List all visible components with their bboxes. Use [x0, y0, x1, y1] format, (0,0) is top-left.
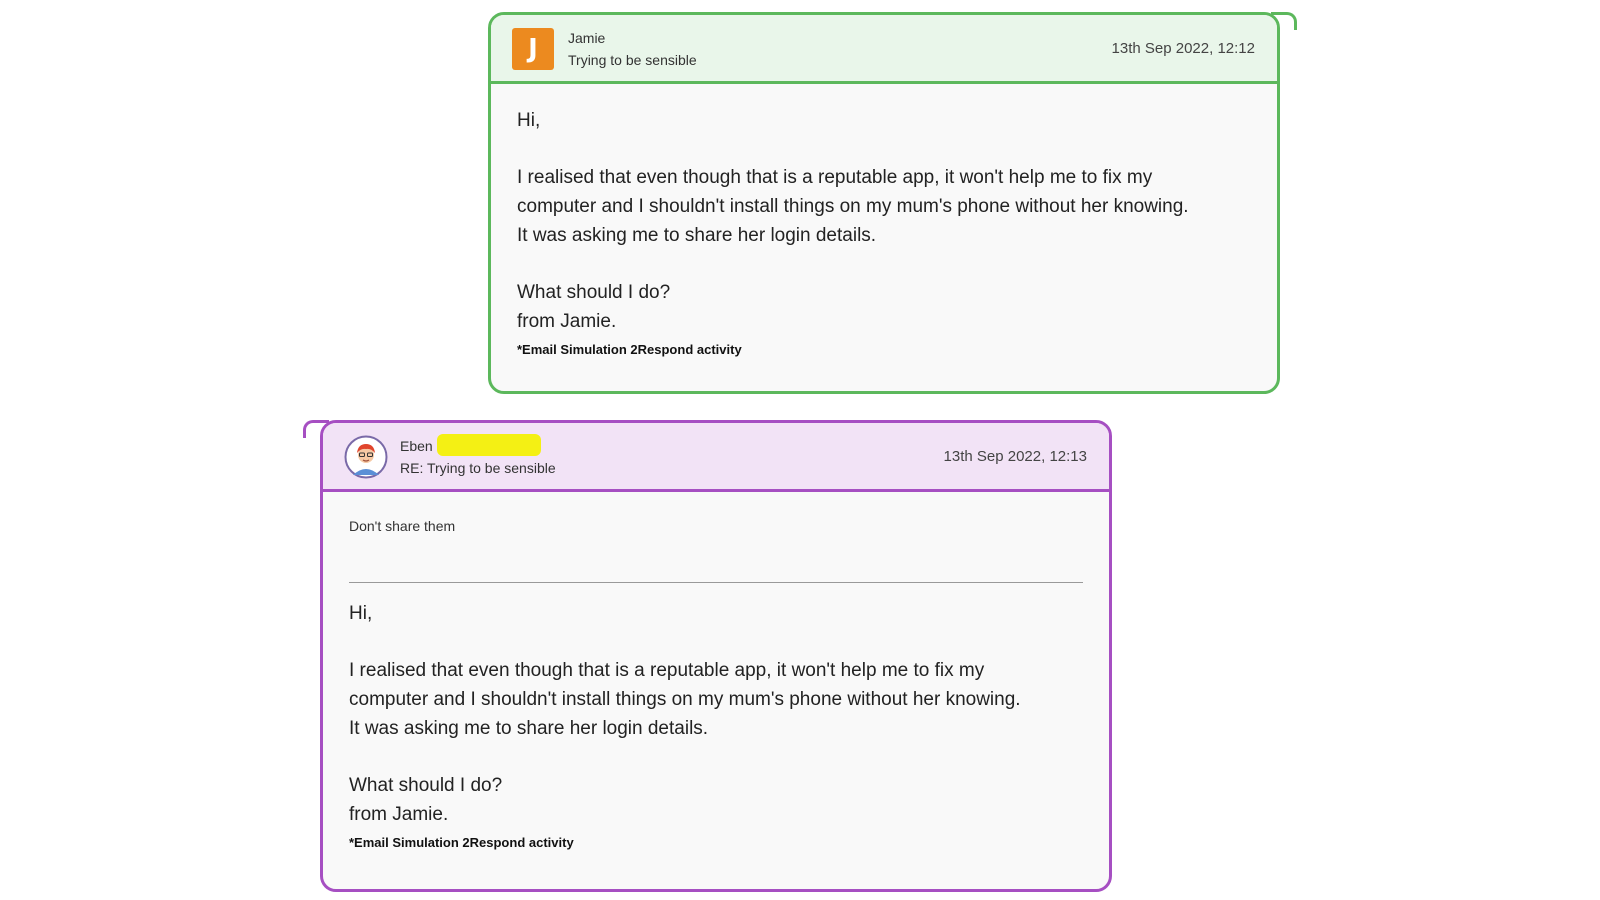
incoming-message[interactable]: J Jamie Trying to be sensible 13th Sep 2… [488, 12, 1297, 394]
body-line: I realised that even though that is a re… [349, 660, 985, 681]
quoted-message-body: Hi, I realised that even though that is … [323, 583, 1109, 850]
reply-message[interactable]: Eben RE: Trying to be sensible 13th Sep … [303, 420, 1112, 892]
message-body: Hi, I realised that even though that is … [491, 84, 1277, 357]
body-greeting: Hi, [517, 110, 541, 131]
body-line: I realised that even though that is a re… [517, 167, 1153, 188]
body-greeting: Hi, [349, 603, 373, 624]
body-question: What should I do? [349, 775, 503, 796]
body-line: It was asking me to share her login deta… [349, 718, 709, 739]
body-line: computer and I shouldn't install things … [349, 689, 1021, 710]
sender-name: Jamie [568, 30, 606, 46]
body-footnote: *Email Simulation 2Respond activity [517, 342, 742, 357]
message-timestamp: 13th Sep 2022, 12:13 [943, 448, 1087, 465]
body-line: It was asking me to share her login deta… [517, 225, 877, 246]
body-question: What should I do? [517, 282, 671, 303]
sender-first-name: Eben [400, 438, 433, 454]
sender-avatar-icon: J [512, 28, 554, 70]
email-thread: J Jamie Trying to be sensible 13th Sep 2… [0, 0, 1600, 900]
message-header: Eben RE: Trying to be sensible 13th Sep … [323, 423, 1109, 492]
message-subject: Trying to be sensible [568, 52, 697, 68]
sender-name: Eben [400, 434, 541, 457]
body-footnote: *Email Simulation 2Respond activity [349, 835, 574, 850]
redacted-surname-highlight [436, 434, 541, 457]
message-header: J Jamie Trying to be sensible 13th Sep 2… [491, 15, 1277, 84]
body-line: computer and I shouldn't install things … [517, 196, 1189, 217]
message-timestamp: 13th Sep 2022, 12:12 [1111, 40, 1255, 57]
reply-text: Don't share them [349, 518, 456, 534]
cartoon-person-avatar-icon [344, 435, 388, 479]
message-subject: RE: Trying to be sensible [400, 460, 556, 476]
body-signoff: from Jamie. [517, 311, 617, 332]
body-signoff: from Jamie. [349, 804, 449, 825]
